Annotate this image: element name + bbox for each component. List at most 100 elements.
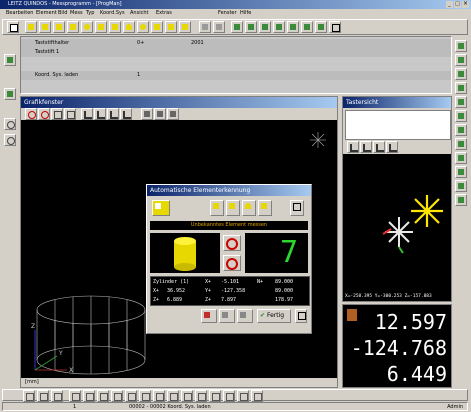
bottom-tool-12[interactable] <box>181 390 193 402</box>
toolbar-button-yellow-7[interactable] <box>109 21 121 33</box>
shade-button-2[interactable] <box>154 108 166 120</box>
dialog-tool-cone[interactable] <box>242 200 256 216</box>
bottom-tool-8[interactable] <box>125 390 137 402</box>
view-front-button[interactable] <box>81 108 93 120</box>
toolbar-button-green-3[interactable] <box>259 21 271 33</box>
maximize-button[interactable]: □ <box>454 1 461 8</box>
bottom-tool-2[interactable] <box>37 390 49 402</box>
right-tool-12[interactable] <box>455 194 467 206</box>
view-side-button[interactable] <box>94 108 106 120</box>
close-button[interactable]: × <box>462 1 469 8</box>
left-tool-1[interactable] <box>4 54 16 66</box>
dialog-tool-line[interactable] <box>210 200 224 216</box>
dialog-action-3[interactable] <box>237 309 253 323</box>
probe-view-btn-2[interactable] <box>360 141 372 153</box>
right-tool-10[interactable] <box>455 166 467 178</box>
bottom-tool-3[interactable] <box>51 390 63 402</box>
bottom-tool-15[interactable] <box>223 390 235 402</box>
menu-item-ansicht[interactable]: Ansicht <box>130 10 148 16</box>
dialog-tool-measure[interactable] <box>152 200 170 216</box>
menu-item-extras[interactable]: Extras <box>156 10 172 16</box>
toolbar-button-frame[interactable] <box>329 21 341 33</box>
menu-item-mess[interactable]: Mess <box>70 10 83 16</box>
finish-button[interactable]: ✔ Fertig <box>257 309 291 323</box>
right-tool-9[interactable] <box>455 152 467 164</box>
toolbar-button-green-5[interactable] <box>287 21 299 33</box>
dialog-tool-plane[interactable] <box>226 200 240 216</box>
right-tool-4[interactable] <box>455 82 467 94</box>
right-tool-3[interactable] <box>455 68 467 80</box>
left-tool-4[interactable] <box>4 134 16 146</box>
program-row[interactable]: Koord. Sys. laden 1 <box>21 71 451 80</box>
bottom-tool-7[interactable] <box>111 390 123 402</box>
menu-item-hilfe[interactable]: Hilfe <box>240 10 251 16</box>
dialog-tool-torus[interactable] <box>258 200 272 216</box>
menu-item-typ[interactable]: Typ <box>86 10 94 16</box>
toolbar-button-yellow-9[interactable] <box>137 21 149 33</box>
shade-button-1[interactable] <box>141 108 153 120</box>
right-tool-11[interactable] <box>455 180 467 192</box>
dialog-action-2[interactable] <box>219 309 235 323</box>
bottom-tool-4[interactable] <box>69 390 81 402</box>
bottom-tool-9[interactable] <box>139 390 151 402</box>
right-tool-6[interactable] <box>455 110 467 122</box>
toolbar-button-green-4[interactable] <box>273 21 285 33</box>
probe-view-btn-4[interactable] <box>386 141 398 153</box>
toolbar-button-yellow-5[interactable] <box>81 21 93 33</box>
shade-button-3[interactable] <box>167 108 179 120</box>
menu-item-bearbeiten[interactable]: Bearbeiten <box>6 10 33 16</box>
dialog-action-1[interactable] <box>201 309 217 323</box>
menu-item-element[interactable]: Element <box>36 10 57 16</box>
right-tool-2[interactable] <box>455 54 467 66</box>
right-tool-8[interactable] <box>455 138 467 150</box>
zoom-button[interactable] <box>25 108 37 120</box>
toolbar-button-green-7[interactable] <box>315 21 327 33</box>
toolbar-button-yellow-3[interactable] <box>53 21 65 33</box>
bottom-tool-14[interactable] <box>209 390 221 402</box>
right-tool-1[interactable] <box>455 40 467 52</box>
view-top-button[interactable] <box>107 108 119 120</box>
pan-button[interactable] <box>64 108 76 120</box>
toolbar-button-yellow-10[interactable] <box>151 21 163 33</box>
menu-item-fenster[interactable]: Fenster <box>218 10 237 16</box>
bottom-tool-11[interactable] <box>167 390 179 402</box>
program-row[interactable]: Taststifthalter 0+ 2001 <box>21 39 451 48</box>
right-tool-7[interactable] <box>455 124 467 136</box>
view-iso-button[interactable] <box>120 108 132 120</box>
toolbar-button-yellow-6[interactable] <box>95 21 107 33</box>
probe-view-btn-3[interactable] <box>373 141 385 153</box>
bottom-tool-16[interactable] <box>237 390 249 402</box>
toolbar-button-green-1[interactable] <box>231 21 243 33</box>
cancel-element-button[interactable] <box>223 235 241 251</box>
toolbar-button-yellow-4[interactable] <box>67 21 79 33</box>
toolbar-button-new[interactable] <box>7 21 19 33</box>
toolbar-button-yellow-2[interactable] <box>39 21 51 33</box>
menu-item-bild[interactable]: Bild <box>58 10 67 16</box>
probe-view-btn-1[interactable] <box>347 141 359 153</box>
bottom-tool-10[interactable] <box>153 390 165 402</box>
toolbar-button-yellow-11[interactable] <box>165 21 177 33</box>
right-tool-5[interactable] <box>455 96 467 108</box>
toolbar-button-gray-2[interactable] <box>213 21 225 33</box>
program-row[interactable]: Taststift 1 <box>21 48 451 57</box>
toolbar-button-green-6[interactable] <box>301 21 313 33</box>
cancel-point-button[interactable] <box>223 255 241 271</box>
toolbar-button-green-2[interactable] <box>245 21 257 33</box>
minimize-button[interactable]: _ <box>446 1 453 8</box>
bottom-tool-17[interactable] <box>251 390 263 402</box>
dialog-tool-exit[interactable] <box>290 200 304 216</box>
toolbar-button-yellow-1[interactable] <box>25 21 37 33</box>
bottom-tool-5[interactable] <box>83 390 95 402</box>
bottom-tool-6[interactable] <box>97 390 109 402</box>
bottom-tool-13[interactable] <box>195 390 207 402</box>
toolbar-button-gray-1[interactable] <box>199 21 211 33</box>
bottom-tool-1[interactable] <box>23 390 35 402</box>
dialog-help-button[interactable] <box>295 309 307 323</box>
zoom-out-button[interactable] <box>38 108 50 120</box>
toolbar-button-yellow-12[interactable] <box>179 21 191 33</box>
rotate-button[interactable] <box>51 108 63 120</box>
menu-item-koord-sys[interactable]: Koord.Sys <box>100 10 125 16</box>
left-tool-2[interactable] <box>4 88 16 100</box>
toolbar-button-yellow-8[interactable] <box>123 21 135 33</box>
left-tool-3[interactable] <box>4 118 16 130</box>
